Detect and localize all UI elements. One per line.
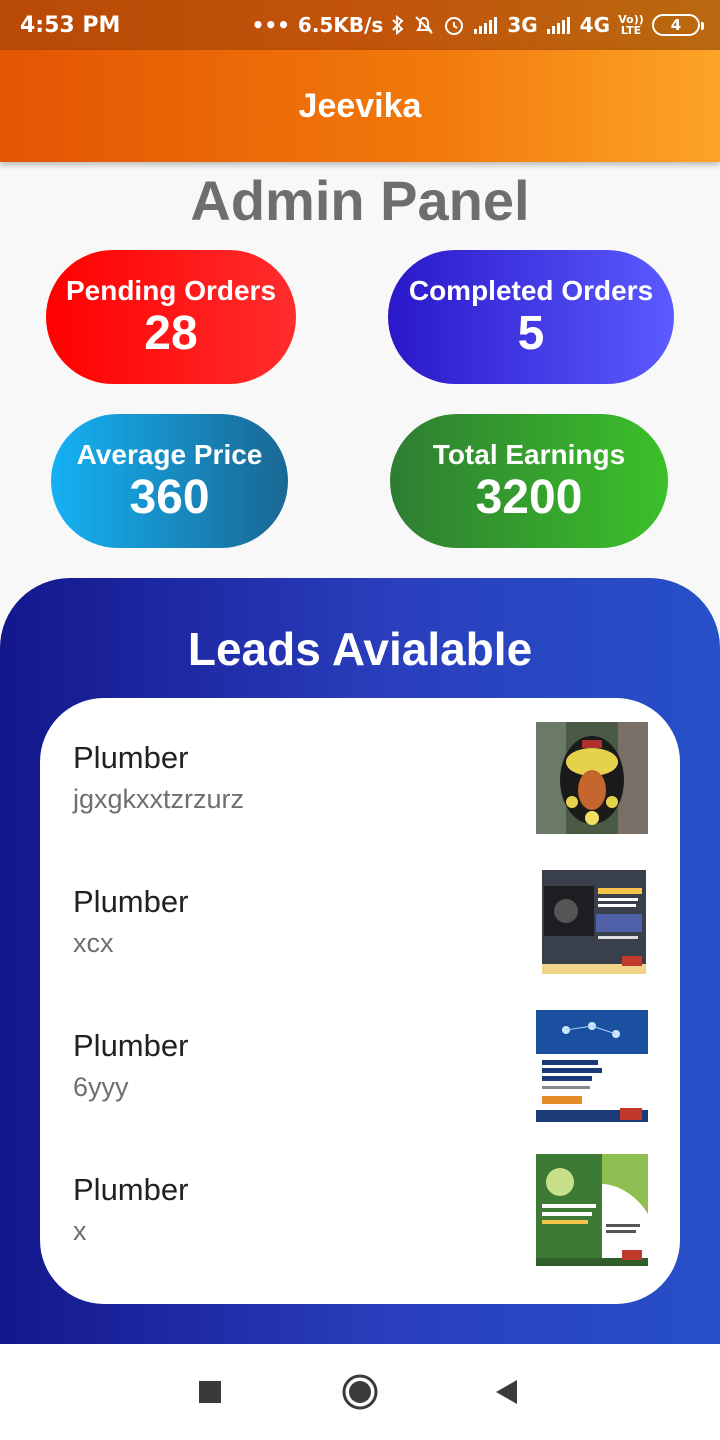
back-triangle-icon[interactable] <box>486 1372 526 1412</box>
total-earnings-value: 3200 <box>475 471 583 524</box>
signal-icon-2 <box>546 15 572 35</box>
leads-section: Leads Avialable Plumber jgxgkxxtzrzurz P… <box>0 578 720 1344</box>
bluetooth-icon <box>391 15 405 35</box>
status-icons: ••• 6.5KB/s 3G 4G Vo)) LTE 4 <box>251 13 704 37</box>
lead-name: Plumber <box>73 1172 189 1207</box>
lead-item[interactable]: Plumber x <box>40 1138 680 1282</box>
status-bar: 4:53 PM ••• 6.5KB/s 3G 4G Vo)) LTE 4 <box>0 0 720 50</box>
completed-orders-value: 5 <box>517 307 545 360</box>
lead-name: Plumber <box>73 1028 189 1063</box>
lead-thumbnail-image <box>536 1010 648 1122</box>
status-time: 4:53 PM <box>20 12 121 38</box>
mute-bell-icon <box>413 14 435 36</box>
network-speed: 6.5KB/s <box>297 13 384 37</box>
completed-orders-label: Completed Orders <box>408 275 654 306</box>
lead-description: jgxgkxxtzrzurz <box>73 784 245 814</box>
completed-orders-card[interactable]: Completed Orders 5 <box>388 250 674 384</box>
app-title: Jeevika <box>298 86 422 125</box>
lead-description: xcx <box>73 928 114 958</box>
lead-description: 6yyy <box>73 1072 129 1102</box>
home-circle-icon[interactable] <box>340 1372 380 1412</box>
lead-item[interactable]: Plumber jgxgkxxtzrzurz <box>40 706 680 850</box>
network-type-2: 4G <box>579 13 610 37</box>
lead-thumbnail-image <box>536 866 648 978</box>
lead-thumbnail-image <box>536 722 648 834</box>
system-nav-bar <box>0 1344 720 1440</box>
network-type-1: 3G <box>507 13 538 37</box>
lead-description: x <box>73 1216 87 1246</box>
leads-title: Leads Avialable <box>187 623 533 675</box>
pending-orders-label: Pending Orders <box>65 275 277 306</box>
lead-name: Plumber <box>73 884 189 919</box>
battery-level: 4 <box>670 16 682 34</box>
total-earnings-label: Total Earnings <box>432 439 626 470</box>
battery-icon: 4 <box>652 14 704 36</box>
dots-icon: ••• <box>251 13 290 37</box>
lead-thumbnail-image <box>536 1154 648 1266</box>
average-price-label: Average Price <box>76 439 263 470</box>
recents-square-icon[interactable] <box>190 1372 230 1412</box>
pending-orders-card[interactable]: Pending Orders 28 <box>46 250 296 384</box>
page-title: Admin Panel <box>190 169 530 232</box>
average-price-value: 360 <box>129 471 210 524</box>
average-price-card[interactable]: Average Price 360 <box>51 414 288 548</box>
lead-name: Plumber <box>73 740 189 775</box>
lead-item[interactable]: Plumber xcx <box>40 850 680 994</box>
pending-orders-value: 28 <box>144 307 198 360</box>
app-bar: Jeevika <box>0 50 720 162</box>
volte-icon: Vo)) LTE <box>618 13 644 37</box>
signal-icon-1 <box>473 15 499 35</box>
lead-item[interactable]: Plumber 6yyy <box>40 994 680 1138</box>
alarm-icon <box>443 14 465 36</box>
leads-list: Plumber jgxgkxxtzrzurz Plumber xcx Plumb… <box>40 698 680 1304</box>
total-earnings-card[interactable]: Total Earnings 3200 <box>390 414 668 548</box>
